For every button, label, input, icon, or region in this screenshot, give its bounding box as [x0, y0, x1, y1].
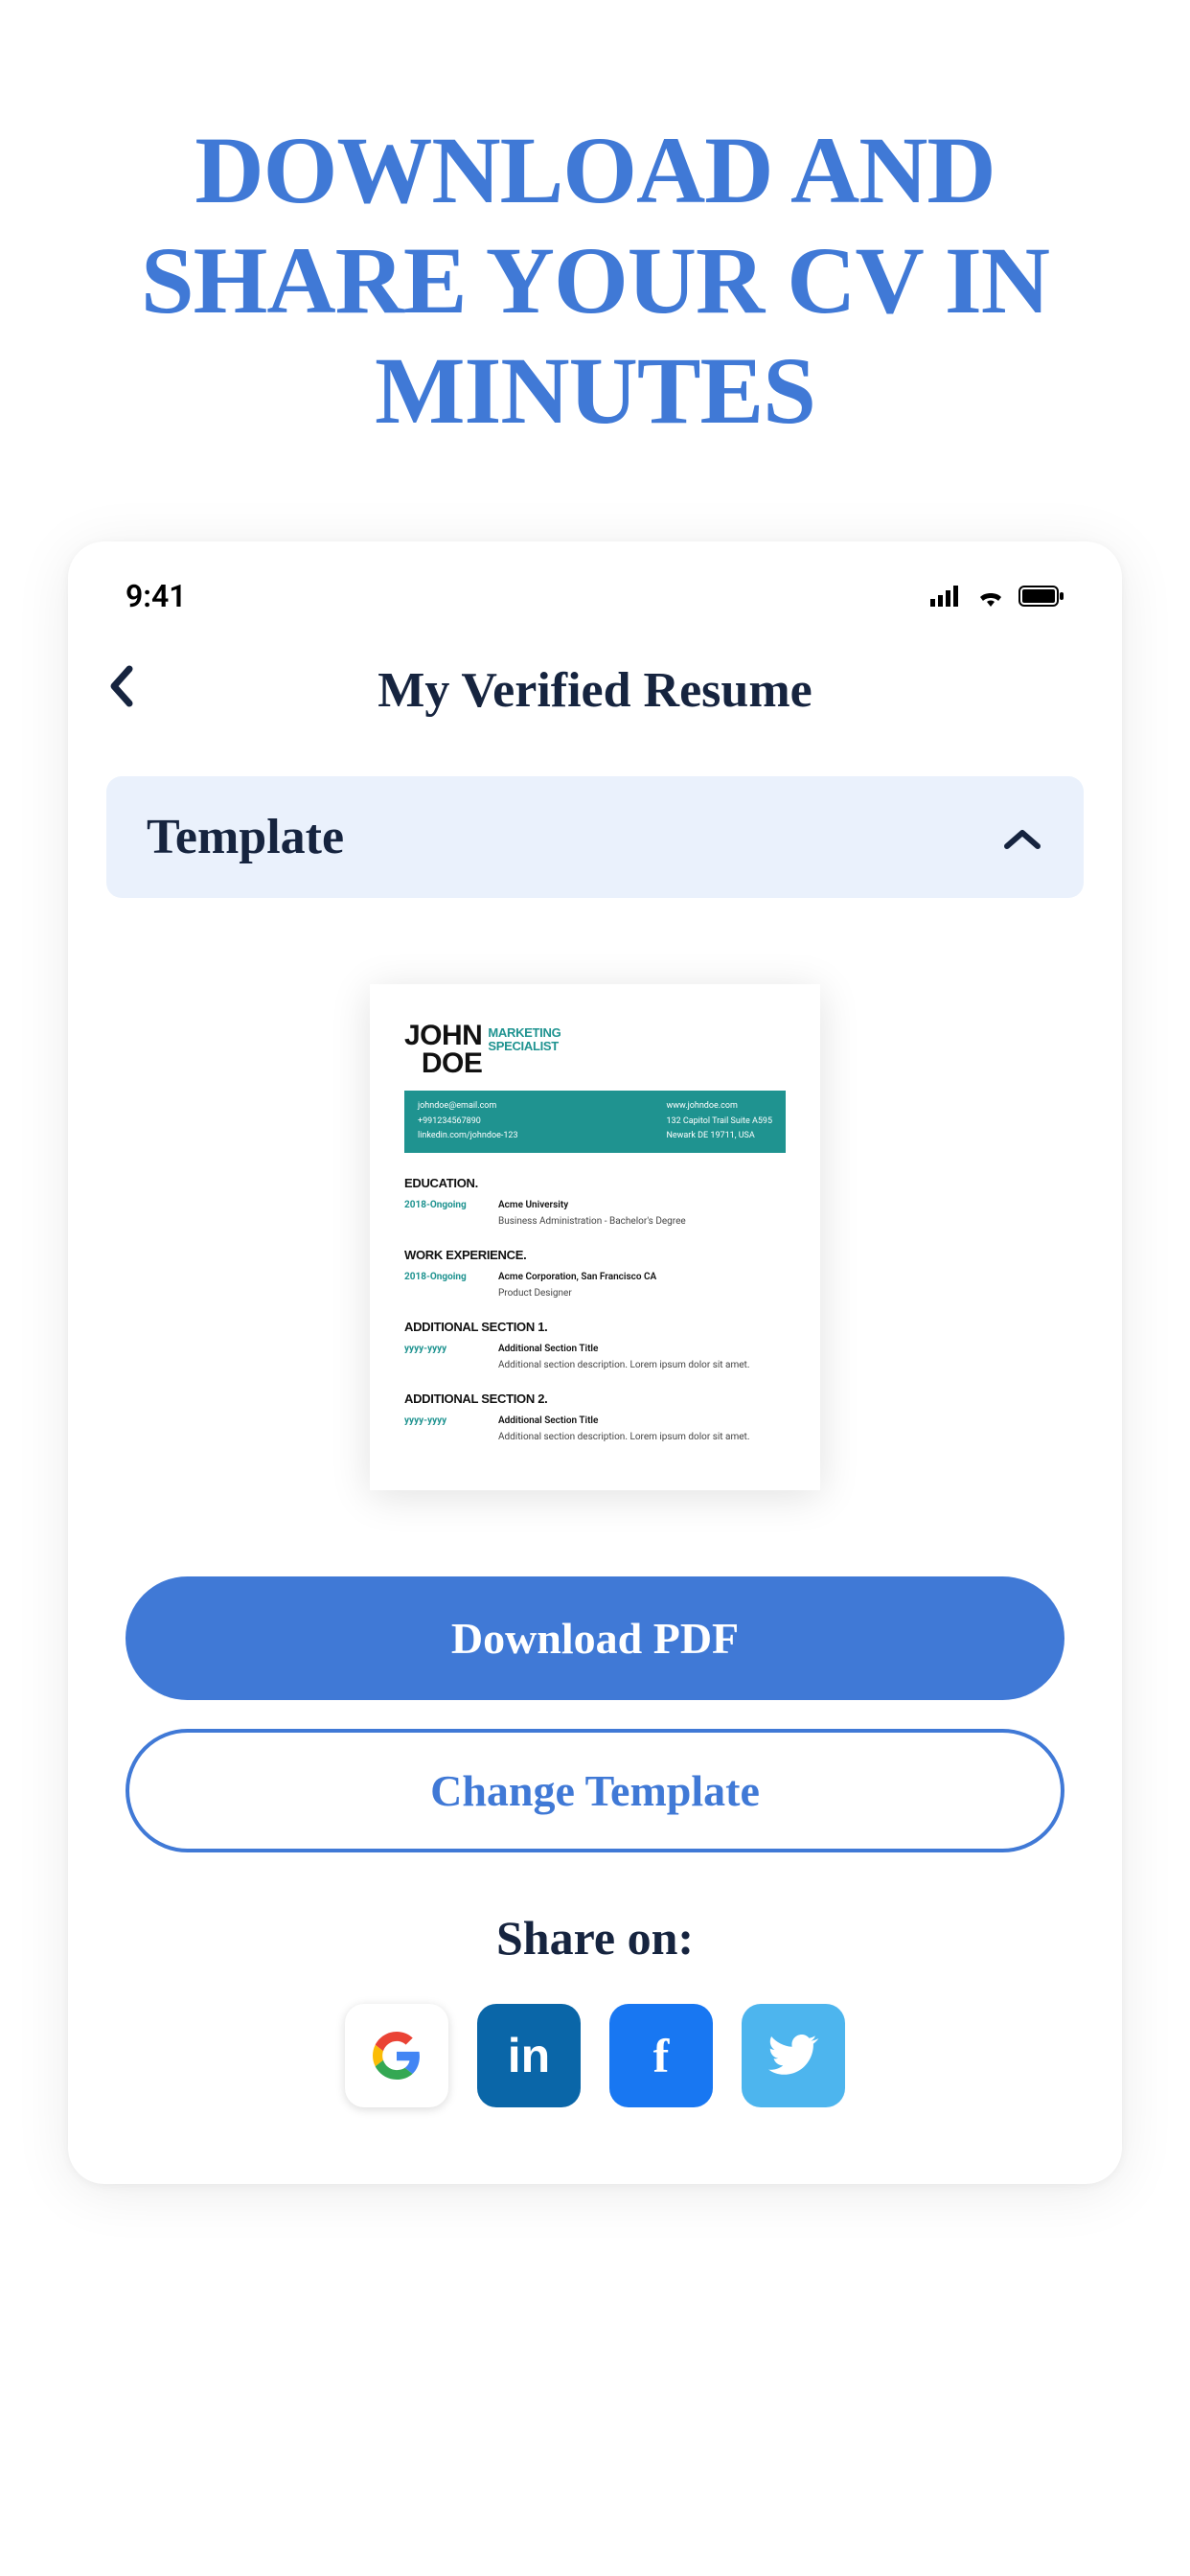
signal-icon	[930, 578, 963, 614]
back-button[interactable]	[97, 652, 143, 729]
resume-section: EDUCATION. 2018-OngoingAcme University B…	[404, 1176, 786, 1227]
wifi-icon	[976, 578, 1005, 614]
share-google-button[interactable]	[345, 2004, 448, 2107]
chevron-up-icon	[1001, 813, 1043, 862]
hero-title: DOWNLOAD AND SHARE YOUR CV IN MINUTES	[0, 0, 1190, 503]
screen-header: My Verified Resume	[68, 633, 1122, 757]
status-icons	[930, 578, 1064, 614]
resume-preview: JOHN DOE MARKETING SPECIALIST johndoe@em…	[370, 984, 820, 1490]
share-row: in f	[68, 2004, 1122, 2107]
share-facebook-button[interactable]: f	[609, 2004, 713, 2107]
template-label: Template	[147, 809, 344, 865]
resume-section: ADDITIONAL SECTION 2. yyyy-yyyyAdditiona…	[404, 1392, 786, 1442]
page-title: My Verified Resume	[97, 662, 1093, 719]
resume-section: ADDITIONAL SECTION 1. yyyy-yyyyAdditiona…	[404, 1320, 786, 1370]
share-linkedin-button[interactable]: in	[477, 2004, 581, 2107]
battery-icon	[1018, 578, 1064, 614]
facebook-icon: f	[653, 2028, 670, 2083]
phone-mockup: 9:41 My Verified Resume Template JOHN	[68, 541, 1122, 2184]
status-bar: 9:41	[68, 541, 1122, 633]
resume-section: WORK EXPERIENCE. 2018-OngoingAcme Corpor…	[404, 1248, 786, 1299]
download-pdf-button[interactable]: Download PDF	[126, 1576, 1064, 1700]
twitter-icon	[767, 2035, 819, 2077]
status-time: 9:41	[126, 578, 187, 614]
resume-contact-bar: johndoe@email.com +991234567890 linkedin…	[404, 1091, 786, 1153]
share-title: Share on:	[68, 1910, 1122, 1966]
google-icon	[373, 2032, 421, 2080]
resume-name: JOHN DOE	[404, 1023, 482, 1077]
change-template-button[interactable]: Change Template	[126, 1729, 1064, 1852]
resume-role: MARKETING SPECIALIST	[488, 1023, 561, 1054]
linkedin-icon: in	[508, 2028, 550, 2083]
share-twitter-button[interactable]	[742, 2004, 845, 2107]
template-expander[interactable]: Template	[106, 776, 1084, 898]
